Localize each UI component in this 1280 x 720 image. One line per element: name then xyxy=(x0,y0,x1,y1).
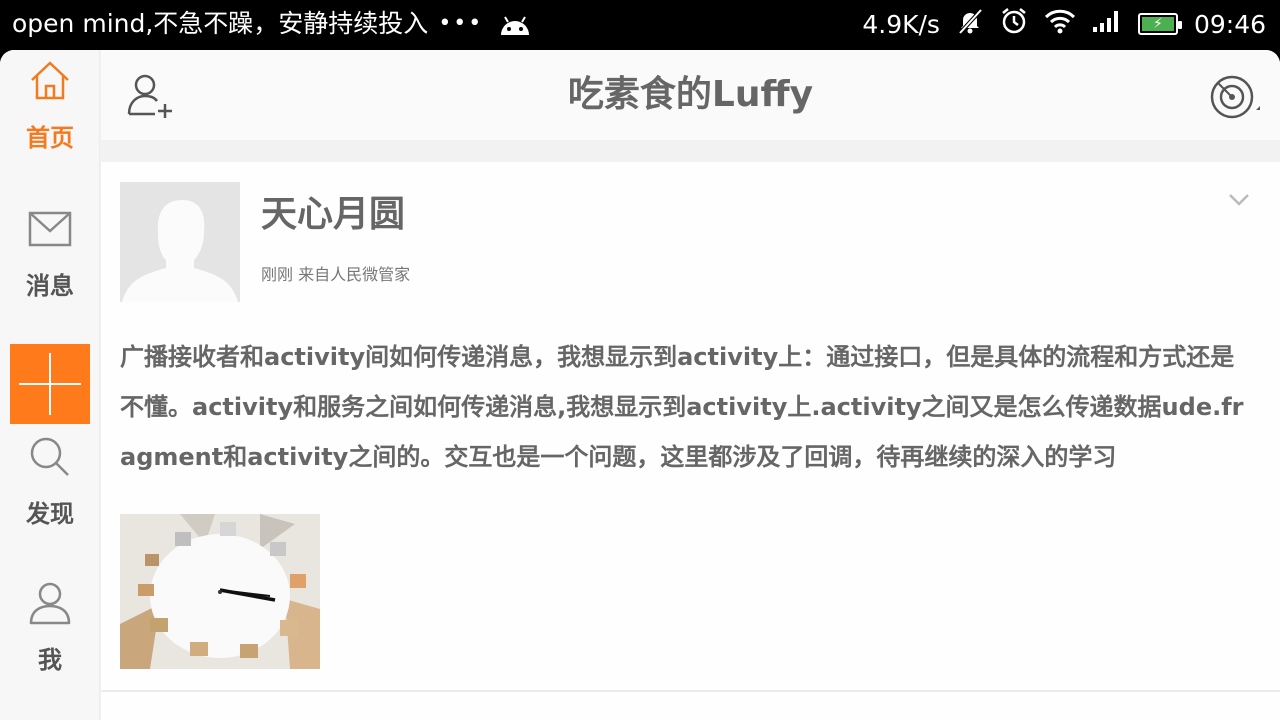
signal-icon xyxy=(1092,9,1122,39)
post-card[interactable]: 天心月圆 刚刚 来自人民微管家 广播接收者和activity间如何传递消息，我想… xyxy=(101,162,1280,692)
nav-discover-label: 发现 xyxy=(26,500,74,528)
side-nav: 首页 消息 发现 我 xyxy=(0,50,100,720)
app-window: 首页 消息 发现 我 吃素食的Luffy 天心月圆 刚刚 来自人民微管家 广播接… xyxy=(0,50,1280,720)
user-icon xyxy=(0,578,100,628)
nav-messages-label: 消息 xyxy=(26,272,74,300)
post-image[interactable] xyxy=(120,514,320,669)
home-icon xyxy=(0,56,100,106)
search-icon xyxy=(0,432,100,482)
nav-discover[interactable]: 发现 xyxy=(0,432,100,530)
plus-icon xyxy=(19,353,81,415)
radar-icon[interactable] xyxy=(1208,72,1262,122)
page-title[interactable]: 吃素食的Luffy xyxy=(101,70,1280,120)
nav-home[interactable]: 首页 xyxy=(0,56,100,154)
overflow-dots: ••• xyxy=(438,11,484,36)
top-bar: 吃素食的Luffy xyxy=(101,50,1280,140)
android-icon xyxy=(497,11,533,37)
clock-time: 09:46 xyxy=(1193,9,1266,39)
default-avatar-icon xyxy=(120,182,240,302)
clock-image xyxy=(120,514,320,669)
status-icons: 4.9K/s ⚡ 09:46 xyxy=(862,8,1266,40)
nav-messages[interactable]: 消息 xyxy=(0,204,100,302)
status-bar: open mind,不急不躁，安静持续投入 ••• 4.9K/s ⚡ 09:46 xyxy=(0,0,1280,50)
feed: 天心月圆 刚刚 来自人民微管家 广播接收者和activity间如何传递消息，我想… xyxy=(101,162,1280,720)
avatar[interactable] xyxy=(120,182,240,302)
mute-icon xyxy=(956,7,984,41)
mail-icon xyxy=(0,204,100,254)
alarm-icon xyxy=(1000,7,1028,41)
notification-text: open mind,不急不躁，安静持续投入 xyxy=(12,9,429,38)
post-text: 广播接收者和activity间如何传递消息，我想显示到activity上：通过接… xyxy=(120,343,1244,471)
net-speed: 4.9K/s xyxy=(862,9,940,39)
wifi-icon xyxy=(1044,8,1076,40)
chevron-down-icon[interactable] xyxy=(1228,192,1250,206)
nav-me[interactable]: 我 xyxy=(0,578,100,676)
nav-home-label: 首页 xyxy=(26,124,74,152)
notification-area: open mind,不急不躁，安静持续投入 ••• xyxy=(12,8,533,40)
post-author[interactable]: 天心月圆 xyxy=(261,192,405,238)
post-meta: 刚刚 来自人民微管家 xyxy=(261,265,411,284)
nav-me-label: 我 xyxy=(38,646,62,674)
battery-icon: ⚡ xyxy=(1137,13,1182,35)
compose-button[interactable] xyxy=(10,344,90,424)
